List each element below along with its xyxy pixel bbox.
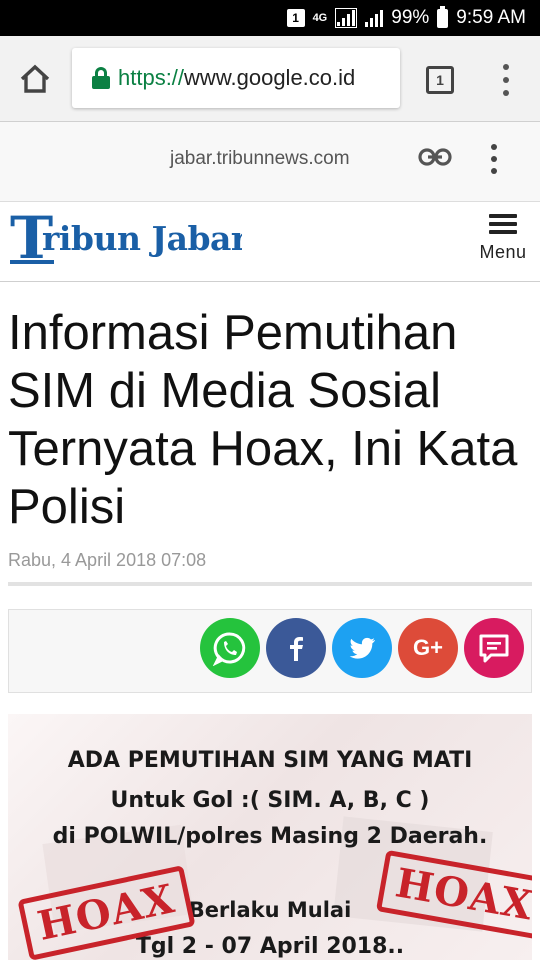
menu-label: Menu: [479, 242, 527, 262]
status-bar: 1 4G 99% 9:59 AM: [0, 0, 540, 36]
twitter-icon: [349, 637, 375, 659]
browser-menu-button[interactable]: [494, 64, 518, 96]
article-date: Rabu, 4 April 2018 07:08: [8, 550, 207, 570]
url-scheme: https://: [118, 65, 185, 90]
image-line-1: ADA PEMUTIHAN SIM YANG MATI: [67, 748, 473, 773]
domain-label: jabar.tribunnews.com: [170, 148, 350, 169]
signal-icon: [335, 8, 358, 28]
facebook-icon: [290, 637, 303, 661]
whatsapp-icon: [212, 632, 246, 666]
comment-button[interactable]: [464, 618, 524, 678]
battery-percent: 99%: [391, 7, 430, 28]
custom-tab-bar: jabar.tribunnews.com: [0, 122, 540, 202]
url-host: www.google.co.id: [184, 65, 356, 90]
battery-icon: [437, 5, 449, 28]
site-menu-button[interactable]: Menu: [476, 212, 530, 268]
link-icon[interactable]: [418, 146, 452, 168]
home-button[interactable]: [16, 60, 54, 98]
custom-tab-menu-button[interactable]: [482, 142, 506, 176]
hamburger-icon: [489, 214, 517, 238]
whatsapp-share-button[interactable]: [200, 618, 260, 678]
network-type: 4G: [312, 11, 328, 24]
clock: 9:59 AM: [456, 7, 526, 28]
share-bar: G+: [8, 609, 532, 693]
notification-icon: 1: [286, 9, 305, 27]
divider: [8, 582, 532, 586]
article-title: Informasi Pemutihan SIM di Media Sosial …: [8, 306, 518, 534]
browser-toolbar: https://www.google.co.id 1: [0, 36, 540, 122]
google-plus-icon: G+: [413, 635, 443, 660]
svg-text:ribun Jabar: ribun Jabar: [42, 219, 242, 258]
image-line-2: Untuk Gol :( SIM. A, B, C ): [110, 788, 430, 813]
comment-icon: [479, 634, 509, 663]
google-plus-share-button[interactable]: G+: [398, 618, 458, 678]
twitter-share-button[interactable]: [332, 618, 392, 678]
tab-switcher-button[interactable]: 1: [426, 66, 454, 94]
site-header: T ribun Jabar Menu: [0, 202, 540, 282]
home-icon: [20, 64, 50, 93]
signal-icon-2: [365, 9, 384, 27]
facebook-share-button[interactable]: [266, 618, 326, 678]
article-image[interactable]: ADA PEMUTIHAN SIM YANG MATI Untuk Gol :(…: [8, 714, 532, 960]
url-bar[interactable]: https://www.google.co.id: [72, 48, 400, 108]
tribun-jabar-logo[interactable]: T ribun Jabar: [10, 208, 242, 272]
image-line-3: di POLWIL/polres Masing 2 Daerah.: [52, 824, 488, 849]
lock-icon: [92, 67, 110, 89]
